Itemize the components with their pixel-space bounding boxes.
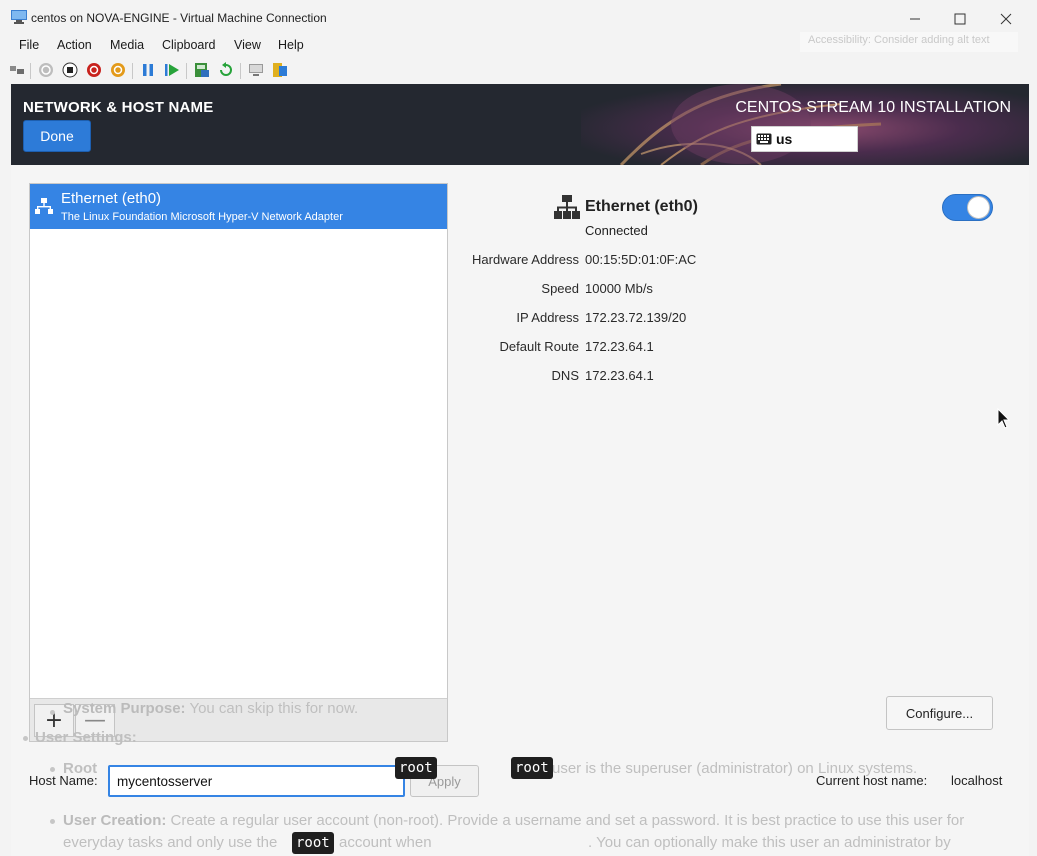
overlay-bullet bbox=[50, 710, 55, 715]
speed-label: Speed bbox=[541, 281, 579, 296]
network-wired-icon bbox=[554, 195, 580, 219]
overlay-purpose-bold: System Purpose: bbox=[63, 700, 186, 717]
keyboard-layout-indicator[interactable]: us bbox=[751, 126, 858, 152]
shutdown-icon[interactable] bbox=[86, 62, 102, 78]
root-code-tag: root bbox=[292, 832, 334, 854]
page-title: NETWORK & HOST NAME bbox=[23, 99, 214, 116]
done-button[interactable]: Done bbox=[23, 120, 91, 152]
default-route-value: 172.23.64.1 bbox=[585, 339, 654, 354]
default-route-label: Default Route bbox=[499, 339, 580, 354]
menu-action[interactable]: Action bbox=[57, 38, 92, 52]
device-enable-toggle[interactable] bbox=[942, 194, 993, 221]
window-titlebar: centos on NOVA-ENGINE - Virtual Machine … bbox=[0, 0, 1037, 36]
ctrl-alt-del-icon[interactable] bbox=[9, 62, 25, 78]
overlay-user-creation-bold: User Creation: bbox=[63, 812, 167, 829]
mouse-cursor-icon bbox=[997, 408, 1011, 429]
resume-icon[interactable] bbox=[164, 62, 180, 78]
connection-status: Connected bbox=[585, 223, 648, 238]
ip-address-label: IP Address bbox=[516, 310, 579, 325]
vm-toolbar bbox=[0, 57, 1037, 84]
enhanced-session-icon[interactable] bbox=[248, 62, 264, 78]
share-icon[interactable] bbox=[272, 62, 288, 78]
overlay-user-creation-text: Create a regular user account (non-root)… bbox=[166, 812, 965, 829]
current-hostname-label: Current host name: bbox=[816, 773, 928, 788]
details-device-name: Ethernet (eth0) bbox=[585, 198, 698, 215]
toolbar-separator bbox=[186, 63, 187, 79]
toggle-knob bbox=[967, 196, 990, 219]
accessibility-hint: Accessibility: Consider adding alt text bbox=[800, 32, 1018, 52]
current-hostname-value: localhost bbox=[951, 773, 1003, 788]
overlay-last-line-a: everyday tasks and only use the bbox=[63, 834, 278, 851]
window-title: centos on NOVA-ENGINE - Virtual Machine … bbox=[31, 11, 327, 25]
installer-header: NETWORK & HOST NAME Done CENTOS STREAM 1… bbox=[11, 84, 1029, 165]
menu-view[interactable]: View bbox=[234, 38, 261, 52]
keyboard-icon bbox=[756, 133, 772, 145]
toolbar-separator bbox=[240, 63, 241, 79]
hardware-address-label: Hardware Address bbox=[472, 252, 579, 267]
toolbar-separator bbox=[30, 63, 31, 79]
hardware-address-value: 00:15:5D:01:0F:AC bbox=[585, 252, 697, 267]
save-state-icon[interactable] bbox=[110, 62, 126, 78]
dns-label: DNS bbox=[551, 368, 579, 383]
overlay-bullet bbox=[50, 819, 55, 824]
overlay-user-creation-line: User Creation: Create a regular user acc… bbox=[63, 812, 964, 829]
toolbar-separator bbox=[132, 63, 133, 79]
minimize-icon[interactable] bbox=[900, 8, 930, 30]
dns-value: 172.23.64.1 bbox=[585, 368, 654, 383]
configure-button[interactable]: Configure... bbox=[886, 696, 993, 730]
menu-clipboard[interactable]: Clipboard bbox=[162, 38, 216, 52]
network-device-list: Ethernet (eth0) The Linux Foundation Mic… bbox=[29, 183, 448, 742]
maximize-icon[interactable] bbox=[945, 8, 975, 30]
device-description: The Linux Foundation Microsoft Hyper-V N… bbox=[61, 211, 343, 223]
menu-media[interactable]: Media bbox=[110, 38, 144, 52]
revert-icon[interactable] bbox=[218, 62, 234, 78]
overlay-purpose-text: You can skip this for now. bbox=[185, 700, 359, 717]
speed-value: 10000 Mb/s bbox=[585, 281, 653, 296]
vm-connection-icon bbox=[11, 10, 27, 24]
menu-file[interactable]: File bbox=[19, 38, 39, 52]
header-artwork-icon bbox=[581, 84, 1029, 165]
menu-help[interactable]: Help bbox=[278, 38, 304, 52]
overlay-purpose-line: System Purpose: You can skip this for no… bbox=[63, 700, 358, 717]
start-icon[interactable] bbox=[38, 62, 54, 78]
network-wired-icon bbox=[35, 198, 53, 214]
ip-address-value: 172.23.72.139/20 bbox=[585, 310, 687, 325]
hostname-label: Host Name: bbox=[29, 773, 98, 788]
overlay-user-settings: User Settings: bbox=[35, 729, 137, 746]
hostname-input[interactable] bbox=[108, 765, 405, 797]
turn-off-icon[interactable] bbox=[62, 62, 78, 78]
root-code-tag: root bbox=[395, 757, 437, 779]
overlay-bullet bbox=[23, 736, 28, 741]
device-row-eth0[interactable]: Ethernet (eth0) The Linux Foundation Mic… bbox=[30, 184, 447, 229]
vm-display[interactable]: NETWORK & HOST NAME Done CENTOS STREAM 1… bbox=[11, 84, 1029, 856]
installation-title: CENTOS STREAM 10 INSTALLATION bbox=[735, 99, 1011, 116]
overlay-last-line-b: account when bbox=[339, 834, 432, 851]
overlay-last-line-c: . You can optionally make this user an a… bbox=[588, 834, 951, 851]
checkpoint-icon[interactable] bbox=[194, 62, 210, 78]
pause-icon[interactable] bbox=[140, 62, 156, 78]
overlay-bullet bbox=[50, 767, 55, 772]
root-code-tag: root bbox=[511, 757, 553, 779]
keyboard-layout-label: us bbox=[776, 131, 793, 147]
close-icon[interactable] bbox=[991, 8, 1021, 30]
device-name: Ethernet (eth0) bbox=[61, 190, 162, 207]
